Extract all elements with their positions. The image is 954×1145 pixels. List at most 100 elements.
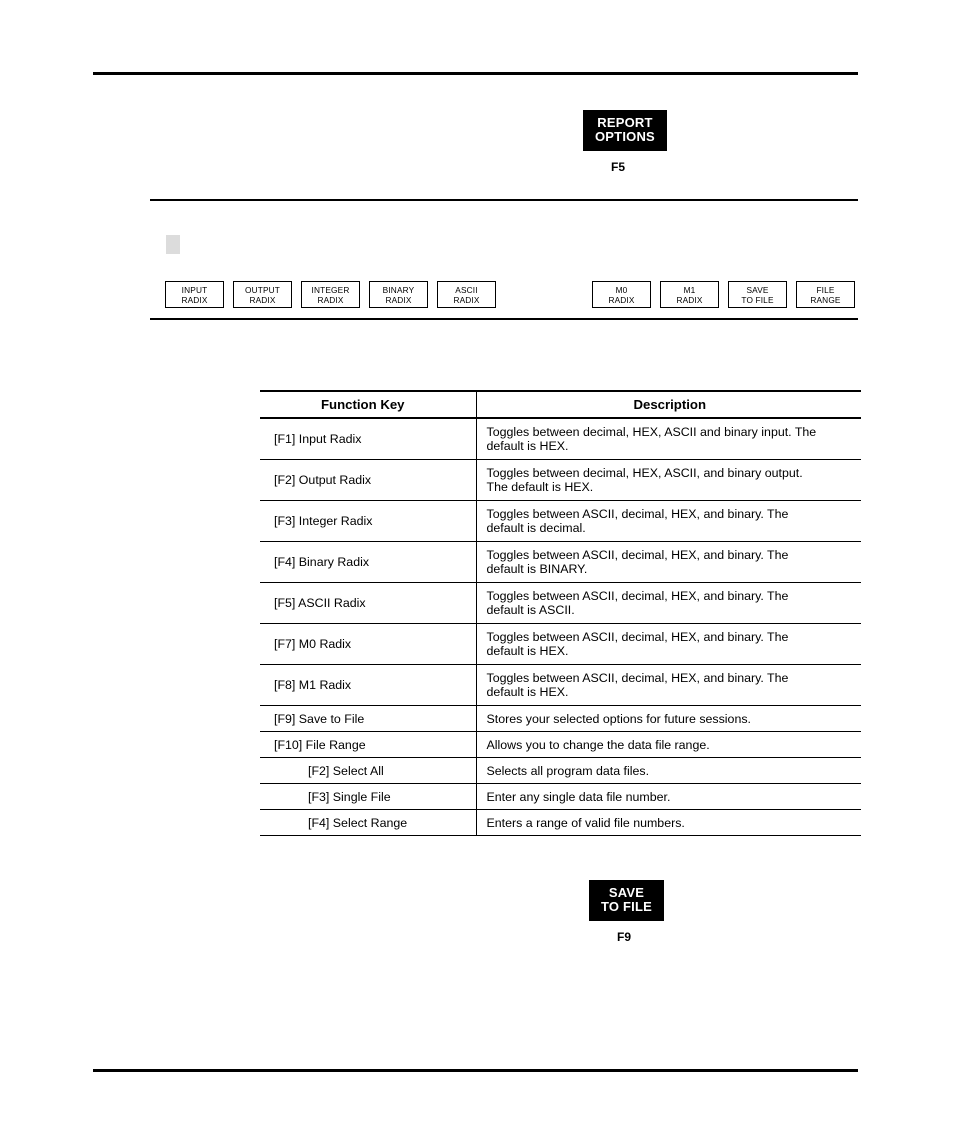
cell-function-key: [F8] M1 Radix bbox=[260, 664, 477, 706]
save-to-file-key-line2: TO FILE bbox=[601, 899, 652, 914]
softkey-integer-radix[interactable]: INTEGER RADIX bbox=[301, 281, 360, 308]
report-options-key-line2: OPTIONS bbox=[595, 129, 655, 144]
softkey-binary-radix[interactable]: BINARY RADIX bbox=[369, 281, 428, 308]
cell-description: Stores your selected options for future … bbox=[476, 705, 861, 732]
softkey-group-right: M0 RADIX M1 RADIX SAVE TO FILE FILE RANG… bbox=[592, 281, 855, 308]
softkey-label-line2: RANGE bbox=[810, 294, 841, 305]
description-line1: Toggles between ASCII, decimal, HEX, and… bbox=[486, 671, 789, 685]
softkey-label-line1: BINARY bbox=[382, 284, 415, 295]
page-header-rule bbox=[93, 72, 858, 75]
softkey-file-range[interactable]: FILE RANGE bbox=[796, 281, 855, 308]
softkey-section-bottom-rule bbox=[150, 318, 858, 320]
cell-function-key: [F5] ASCII Radix bbox=[260, 582, 477, 624]
softkey-label-line1: SAVE bbox=[746, 284, 769, 295]
table-row: [F5] ASCII Radix Toggles between ASCII, … bbox=[260, 582, 861, 624]
description-line2: default is HEX. bbox=[486, 439, 569, 453]
softkey-output-radix[interactable]: OUTPUT RADIX bbox=[233, 281, 292, 308]
cell-function-key: [F4] Binary Radix bbox=[260, 541, 477, 583]
save-to-file-key-label: F9 bbox=[616, 930, 631, 944]
cell-description: Allows you to change the data file range… bbox=[476, 731, 861, 758]
softkey-label-line2: RADIX bbox=[317, 294, 344, 305]
cell-description: Toggles between ASCII, decimal, HEX, and… bbox=[476, 623, 861, 665]
softkey-label-line2: RADIX bbox=[608, 294, 635, 305]
table-row: [F4] Binary Radix Toggles between ASCII,… bbox=[260, 541, 861, 583]
description-line1: Allows you to change the data file range… bbox=[486, 737, 710, 752]
softkey-label-line1: M0 bbox=[615, 284, 628, 295]
softkey-label-line2: RADIX bbox=[181, 294, 208, 305]
save-to-file-key[interactable]: SAVE TO FILE bbox=[589, 880, 664, 921]
softkey-label-line1: INTEGER bbox=[311, 284, 350, 295]
table-row: [F3] Single File Enter any single data f… bbox=[260, 783, 861, 810]
table-row: [F4] Select Range Enters a range of vali… bbox=[260, 809, 861, 836]
description-line1: Toggles between ASCII, decimal, HEX, and… bbox=[486, 630, 789, 644]
softkey-save-to-file[interactable]: SAVE TO FILE bbox=[728, 281, 787, 308]
softkey-input-radix[interactable]: INPUT RADIX bbox=[165, 281, 224, 308]
description-line1: Toggles between ASCII, decimal, HEX, and… bbox=[486, 548, 789, 562]
softkey-section-top-rule bbox=[150, 199, 858, 201]
cell-function-key: [F2] Select All bbox=[260, 757, 477, 784]
column-header-function-key: Function Key bbox=[260, 390, 477, 419]
report-options-key-label: F5 bbox=[610, 160, 625, 174]
cell-function-key: [F7] M0 Radix bbox=[260, 623, 477, 665]
table-row: [F9] Save to File Stores your selected o… bbox=[260, 705, 861, 732]
description-line2: default is BINARY. bbox=[486, 562, 588, 576]
description-line1: Enters a range of valid file numbers. bbox=[486, 815, 685, 830]
softkey-label-line1: M1 bbox=[683, 284, 696, 295]
table-row: [F2] Output Radix Toggles between decima… bbox=[260, 459, 861, 501]
cell-description: Toggles between decimal, HEX, ASCII, and… bbox=[476, 459, 861, 501]
report-options-callout: REPORT OPTIONS F5 bbox=[583, 110, 667, 174]
description-line1: Stores your selected options for future … bbox=[486, 711, 751, 726]
table-row: [F10] File Range Allows you to change th… bbox=[260, 731, 861, 758]
cell-function-key: [F1] Input Radix bbox=[260, 418, 477, 460]
cell-function-key: [F4] Select Range bbox=[260, 809, 477, 836]
description-line1: Toggles between ASCII, decimal, HEX, and… bbox=[486, 589, 789, 603]
description-line1: Toggles between decimal, HEX, ASCII and … bbox=[486, 425, 817, 439]
softkey-label-line2: RADIX bbox=[676, 294, 703, 305]
save-to-file-key-line1: SAVE bbox=[608, 885, 645, 900]
report-options-key-line1: REPORT bbox=[597, 115, 653, 130]
cell-function-key: [F9] Save to File bbox=[260, 705, 477, 732]
description-line1: Selects all program data files. bbox=[486, 763, 650, 778]
save-to-file-callout: SAVE TO FILE F9 bbox=[589, 880, 664, 944]
cell-description: Selects all program data files. bbox=[476, 757, 861, 784]
softkey-label-line1: ASCII bbox=[455, 284, 478, 295]
softkey-group-left: INPUT RADIX OUTPUT RADIX INTEGER RADIX B… bbox=[165, 281, 496, 308]
column-header-description: Description bbox=[476, 390, 861, 419]
description-line2: The default is HEX. bbox=[486, 480, 594, 494]
cell-function-key: [F10] File Range bbox=[260, 731, 477, 758]
description-line2: default is ASCII. bbox=[486, 603, 575, 617]
cell-description: Toggles between ASCII, decimal, HEX, and… bbox=[476, 541, 861, 583]
softkey-bar: INPUT RADIX OUTPUT RADIX INTEGER RADIX B… bbox=[165, 281, 855, 309]
cell-description: Toggles between ASCII, decimal, HEX, and… bbox=[476, 582, 861, 624]
softkey-label-line1: FILE bbox=[816, 284, 835, 295]
softkey-m0-radix[interactable]: M0 RADIX bbox=[592, 281, 651, 308]
softkey-m1-radix[interactable]: M1 RADIX bbox=[660, 281, 719, 308]
table-header-row: Function Key Description bbox=[260, 390, 861, 419]
table-row: [F2] Select All Selects all program data… bbox=[260, 757, 861, 784]
gray-marker-block bbox=[166, 235, 180, 254]
softkey-label-line2: RADIX bbox=[249, 294, 276, 305]
cell-description: Toggles between decimal, HEX, ASCII and … bbox=[476, 418, 861, 460]
cell-function-key: [F3] Single File bbox=[260, 783, 477, 810]
cell-description: Toggles between ASCII, decimal, HEX, and… bbox=[476, 500, 861, 542]
table-row: [F8] M1 Radix Toggles between ASCII, dec… bbox=[260, 664, 861, 706]
cell-description: Toggles between ASCII, decimal, HEX, and… bbox=[476, 664, 861, 706]
softkey-label-line2: RADIX bbox=[385, 294, 412, 305]
function-key-table: Function Key Description [F1] Input Radi… bbox=[260, 390, 861, 836]
softkey-label-line2: TO FILE bbox=[741, 294, 774, 305]
description-line1: Enter any single data file number. bbox=[486, 789, 671, 804]
description-line1: Toggles between ASCII, decimal, HEX, and… bbox=[486, 507, 789, 521]
cell-description: Enter any single data file number. bbox=[476, 783, 861, 810]
softkey-label-line1: OUTPUT bbox=[244, 284, 280, 295]
cell-function-key: [F3] Integer Radix bbox=[260, 500, 477, 542]
cell-description: Enters a range of valid file numbers. bbox=[476, 809, 861, 836]
cell-function-key: [F2] Output Radix bbox=[260, 459, 477, 501]
description-line2: default is decimal. bbox=[486, 521, 586, 535]
softkey-label-line2: RADIX bbox=[453, 294, 480, 305]
report-options-key[interactable]: REPORT OPTIONS bbox=[583, 110, 667, 151]
softkey-label-line1: INPUT bbox=[181, 284, 208, 295]
softkey-ascii-radix[interactable]: ASCII RADIX bbox=[437, 281, 496, 308]
table-row: [F7] M0 Radix Toggles between ASCII, dec… bbox=[260, 623, 861, 665]
description-line2: default is HEX. bbox=[486, 685, 569, 699]
description-line2: default is HEX. bbox=[486, 644, 569, 658]
